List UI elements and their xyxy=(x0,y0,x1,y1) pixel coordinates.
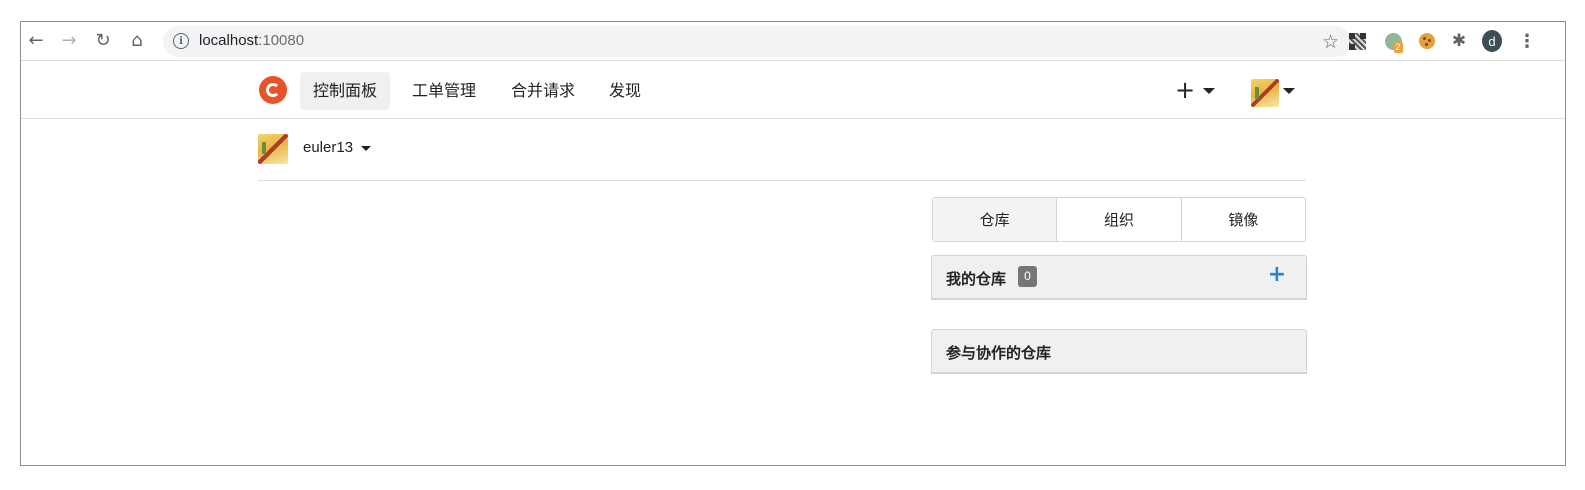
context-avatar[interactable] xyxy=(258,134,288,164)
nav-item-issues[interactable]: 工单管理 xyxy=(399,72,489,110)
context-username[interactable]: euler13 xyxy=(303,139,353,156)
tab-repositories[interactable]: 仓库 xyxy=(933,198,1058,241)
forward-arrow-icon[interactable]: → xyxy=(58,30,80,52)
gitea-logo-icon[interactable] xyxy=(259,76,287,104)
collab-repos-title: 参与协作的仓库 xyxy=(946,344,1052,362)
info-icon[interactable]: i xyxy=(173,33,189,49)
address-url[interactable]: localhost:10080 xyxy=(199,32,304,49)
nav-item-pull-requests[interactable]: 合并请求 xyxy=(498,72,588,110)
repo-count-badge: 0 xyxy=(1018,266,1037,287)
nav-item-dashboard[interactable]: 控制面板 xyxy=(300,72,391,110)
back-arrow-icon[interactable]: ← xyxy=(25,30,47,52)
user-avatar[interactable] xyxy=(1251,79,1279,107)
nav-item-explore[interactable]: 发现 xyxy=(596,72,654,110)
address-bar[interactable]: i localhost:10080 ☆ xyxy=(163,26,1351,57)
green-extension-icon[interactable]: 2 xyxy=(1383,31,1403,53)
chevron-down-icon[interactable] xyxy=(361,146,371,151)
browser-window: ← → ↻ ⌂ i localhost:10080 ☆ 2 ✱ d ⋮ 控制面板… xyxy=(20,21,1566,466)
my-repos-header: 我的仓库 0 + xyxy=(931,255,1307,300)
puzzle-extensions-icon[interactable]: ✱ xyxy=(1449,31,1469,51)
chevron-down-icon[interactable] xyxy=(1283,88,1295,94)
chevron-down-icon[interactable] xyxy=(1203,88,1215,94)
site-navbar: 控制面板 工单管理 合并请求 发现 + xyxy=(21,62,1565,119)
star-icon[interactable]: ☆ xyxy=(1322,31,1339,53)
profile-initial: d xyxy=(1482,30,1502,52)
qr-code-extension-icon[interactable] xyxy=(1347,31,1367,51)
url-port: :10080 xyxy=(258,32,305,49)
browser-toolbar: ← → ↻ ⌂ i localhost:10080 ☆ 2 ✱ d ⋮ xyxy=(21,22,1565,61)
dashboard-tabs: 仓库 组织 镜像 xyxy=(932,197,1306,242)
add-repo-plus-icon[interactable]: + xyxy=(1268,262,1286,287)
create-new-plus-icon[interactable]: + xyxy=(1175,76,1195,104)
cookie-extension-icon[interactable] xyxy=(1417,31,1437,51)
extension-badge: 2 xyxy=(1393,41,1403,53)
tab-organizations[interactable]: 组织 xyxy=(1057,198,1182,241)
reload-icon[interactable]: ↻ xyxy=(92,30,114,52)
home-icon[interactable]: ⌂ xyxy=(126,30,148,52)
profile-avatar[interactable]: d xyxy=(1482,30,1502,52)
collab-repos-header: 参与协作的仓库 xyxy=(931,329,1307,374)
dashboard-context-switcher: euler13 xyxy=(258,134,1306,181)
url-host: localhost xyxy=(199,32,259,49)
my-repos-title: 我的仓库 xyxy=(946,270,1007,288)
kebab-menu-icon[interactable]: ⋮ xyxy=(1517,31,1537,52)
tab-mirrors[interactable]: 镜像 xyxy=(1182,198,1305,241)
